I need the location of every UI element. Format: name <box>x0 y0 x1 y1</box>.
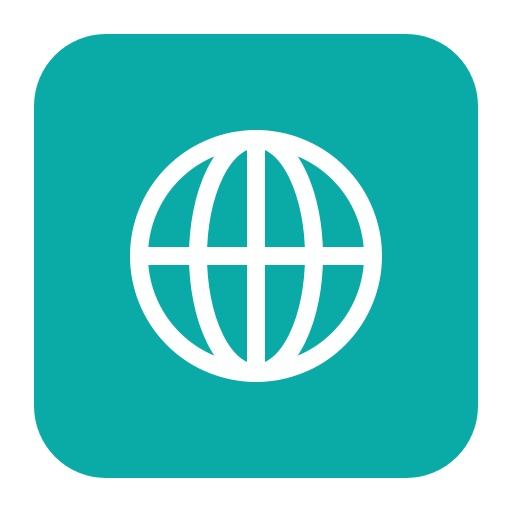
app-icon-tile[interactable] <box>34 34 478 478</box>
app-icon-canvas <box>0 0 512 512</box>
globe-icon <box>126 126 386 386</box>
